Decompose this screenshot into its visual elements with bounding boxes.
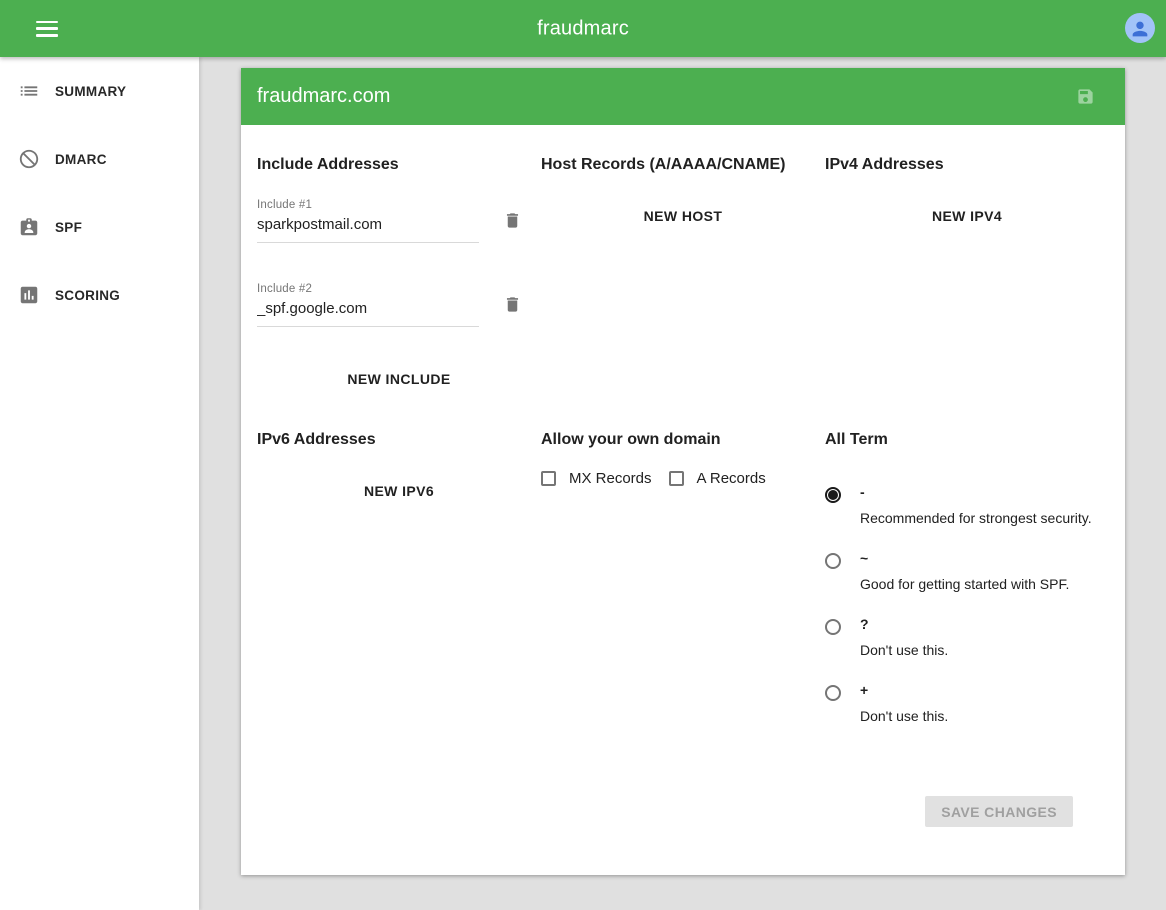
radio-icon xyxy=(825,487,841,503)
radio-symbol: + xyxy=(860,683,948,697)
sidebar-item-summary[interactable]: SUMMARY xyxy=(0,57,199,125)
sidebar-item-label: SCORING xyxy=(55,288,120,303)
all-term-heading: All Term xyxy=(825,431,1109,449)
ipv4-section: IPv4 Addresses NEW IPV4 xyxy=(825,156,1109,395)
sidebar: SUMMARY DMARC SPF SCORING xyxy=(0,57,199,910)
delete-include-2-button[interactable] xyxy=(503,295,522,317)
sidebar-item-scoring[interactable]: SCORING xyxy=(0,261,199,329)
radio-symbol: - xyxy=(860,485,1092,499)
radio-description: Recommended for strongest security. xyxy=(860,510,1092,526)
card-header: fraudmarc.com xyxy=(241,68,1125,125)
all-term-options: - Recommended for strongest security. ~ … xyxy=(825,485,1109,724)
block-icon xyxy=(18,148,40,170)
all-term-option-neutral[interactable]: ? Don't use this. xyxy=(825,617,1109,658)
a-records-checkbox[interactable]: A Records xyxy=(669,470,766,487)
mx-records-checkbox[interactable]: MX Records xyxy=(541,470,652,487)
save-icon[interactable] xyxy=(1076,87,1095,106)
new-include-button[interactable]: NEW INCLUDE xyxy=(339,363,458,395)
radio-description: Don't use this. xyxy=(860,708,948,724)
all-term-section: All Term - Recommended for strongest sec… xyxy=(825,431,1109,749)
save-row: SAVE CHANGES xyxy=(257,796,1109,875)
include-addresses-section: Include Addresses Include #1 xyxy=(257,156,541,395)
sidebar-item-label: DMARC xyxy=(55,152,107,167)
checkbox-label: MX Records xyxy=(569,470,652,487)
all-term-option-softfail[interactable]: ~ Good for getting started with SPF. xyxy=(825,551,1109,592)
sidebar-item-spf[interactable]: SPF xyxy=(0,193,199,261)
include-row: Include #1 xyxy=(257,199,541,243)
trash-icon xyxy=(503,211,522,230)
main-content-area: fraudmarc.com Include Addresses Include … xyxy=(199,57,1166,910)
new-ipv6-button[interactable]: NEW IPV6 xyxy=(356,475,442,507)
domain-card: fraudmarc.com Include Addresses Include … xyxy=(241,68,1125,875)
include-1-input[interactable] xyxy=(257,211,479,243)
radio-icon xyxy=(825,619,841,635)
domain-title: fraudmarc.com xyxy=(257,85,390,108)
delete-include-1-button[interactable] xyxy=(503,211,522,233)
card-content: Include Addresses Include #1 xyxy=(241,125,1125,875)
sidebar-item-label: SPF xyxy=(55,220,82,235)
user-avatar[interactable] xyxy=(1125,13,1155,43)
new-host-button[interactable]: NEW HOST xyxy=(636,200,731,232)
checkbox-icon xyxy=(669,471,684,486)
save-changes-button[interactable]: SAVE CHANGES xyxy=(925,796,1073,827)
bar-chart-icon xyxy=(18,284,40,306)
ipv4-heading: IPv4 Addresses xyxy=(825,156,1109,174)
include-2-label: Include #2 xyxy=(257,283,479,295)
menu-icon[interactable] xyxy=(36,21,58,37)
allow-own-domain-section: Allow your own domain MX Records A Recor… xyxy=(541,431,825,749)
include-row: Include #2 xyxy=(257,283,541,327)
trash-icon xyxy=(503,295,522,314)
all-term-option-pass[interactable]: + Don't use this. xyxy=(825,683,1109,724)
list-icon xyxy=(18,80,40,102)
person-icon xyxy=(1129,18,1151,40)
badge-icon xyxy=(18,216,40,238)
host-records-section: Host Records (A/AAAA/CNAME) NEW HOST xyxy=(541,156,825,395)
checkbox-label: A Records xyxy=(697,470,766,487)
checkbox-icon xyxy=(541,471,556,486)
app-top-bar: fraudmarc xyxy=(0,0,1166,57)
new-ipv4-button[interactable]: NEW IPV4 xyxy=(924,200,1010,232)
ipv6-heading: IPv6 Addresses xyxy=(257,431,541,449)
radio-description: Don't use this. xyxy=(860,642,948,658)
radio-description: Good for getting started with SPF. xyxy=(860,576,1069,592)
radio-symbol: ? xyxy=(860,617,948,631)
radio-symbol: ~ xyxy=(860,551,1069,565)
host-records-heading: Host Records (A/AAAA/CNAME) xyxy=(541,156,825,174)
ipv6-section: IPv6 Addresses NEW IPV6 xyxy=(257,431,541,749)
sidebar-item-dmarc[interactable]: DMARC xyxy=(0,125,199,193)
include-1-label: Include #1 xyxy=(257,199,479,211)
sidebar-item-label: SUMMARY xyxy=(55,84,126,99)
all-term-option-strict[interactable]: - Recommended for strongest security. xyxy=(825,485,1109,526)
radio-icon xyxy=(825,553,841,569)
app-title: fraudmarc xyxy=(537,17,629,40)
allow-own-domain-heading: Allow your own domain xyxy=(541,431,825,449)
include-2-input[interactable] xyxy=(257,295,479,327)
radio-icon xyxy=(825,685,841,701)
include-addresses-heading: Include Addresses xyxy=(257,156,541,174)
